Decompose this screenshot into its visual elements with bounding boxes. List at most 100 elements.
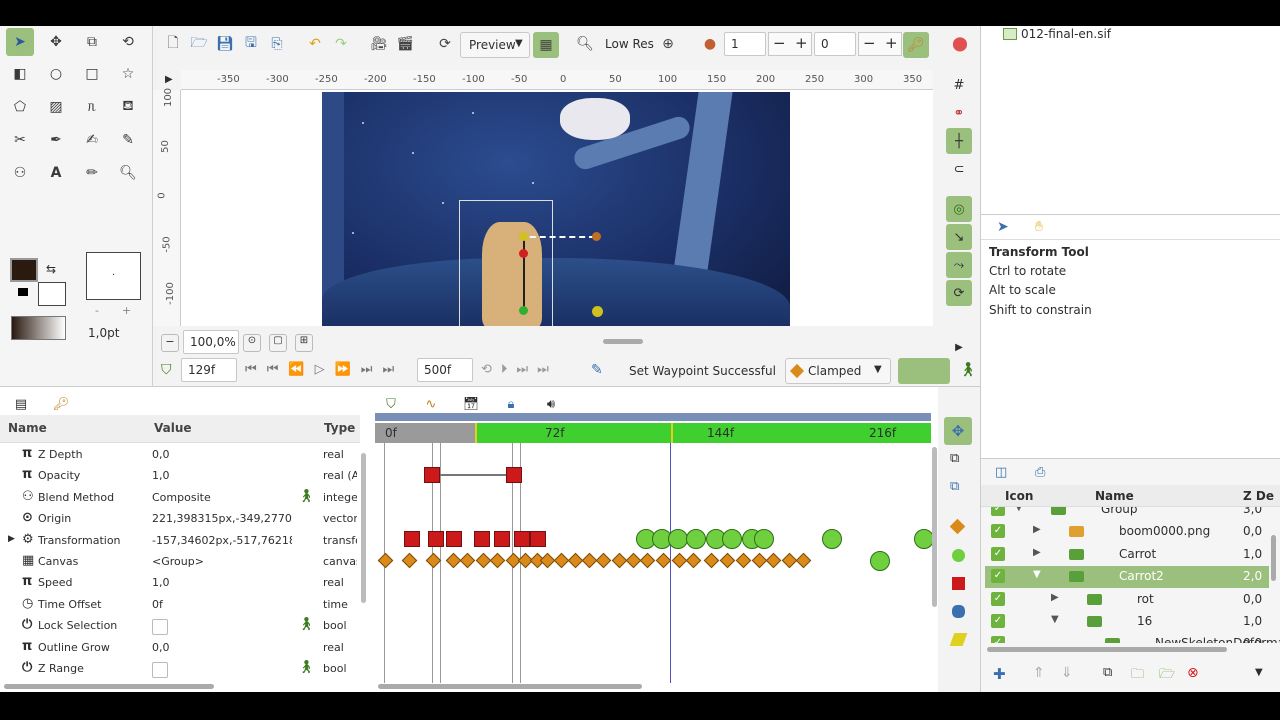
waypoint[interactable]: [474, 531, 490, 547]
param-value[interactable]: -157,34602px,-517,762184px: [152, 534, 292, 547]
swap-colors-icon[interactable]: ⇆: [46, 262, 56, 276]
current-time-marker[interactable]: [671, 423, 673, 443]
cutout-tool-icon[interactable]: ✂: [6, 126, 34, 154]
snap-icon[interactable]: ⚭: [946, 100, 972, 126]
param-value[interactable]: 0,0: [152, 641, 292, 654]
layer-visibility-checkbox[interactable]: ✓: [991, 546, 1005, 561]
waypoint[interactable]: [425, 552, 442, 569]
waypoint[interactable]: [459, 552, 476, 569]
waypoint[interactable]: [914, 529, 934, 549]
layer-row[interactable]: ✓ ▼ Group 3,0: [985, 507, 1269, 521]
param-value[interactable]: 1,0: [152, 576, 292, 589]
param-row[interactable]: ⏻ Z Range 🚶︎ bool: [0, 658, 358, 679]
waypoint[interactable]: [377, 552, 394, 569]
param-row[interactable]: ▶ ⚙ Transformation -157,34602px,-517,762184…: [0, 530, 358, 551]
layer-row[interactable]: ✓NewSkeletonDeformation0,0: [985, 633, 1280, 643]
magnet-icon[interactable]: ⊂: [946, 156, 972, 182]
background-toggle-icon[interactable]: ▦: [533, 32, 559, 58]
waypoint[interactable]: [754, 529, 774, 549]
zoom-in-icon[interactable]: ⊞: [295, 334, 313, 352]
gradient-swatch[interactable]: [11, 316, 66, 340]
zoom-tool-icon[interactable]: 🔍︎: [114, 159, 142, 187]
animation-mode-icon[interactable]: ✎: [591, 362, 603, 378]
waypoint[interactable]: [428, 531, 444, 547]
waypoint[interactable]: [765, 552, 782, 569]
duplicate-icon[interactable]: ⧉: [950, 479, 959, 494]
eyedropper-tool-icon[interactable]: ✎: [114, 126, 142, 154]
waypoint[interactable]: [639, 552, 656, 569]
waypoint[interactable]: [870, 551, 890, 571]
layer-row[interactable]: ✓ ▼ Carrot2 2,0: [985, 566, 1269, 589]
add-layer-icon[interactable]: ✚: [993, 665, 1006, 683]
param-checkbox[interactable]: [152, 619, 168, 636]
vertex-ducks-icon[interactable]: ↘: [946, 224, 972, 250]
chevron-down-icon[interactable]: ▼: [1255, 667, 1263, 678]
save-icon[interactable]: 💾︎: [213, 32, 237, 56]
zoom-out-icon[interactable]: −: [161, 334, 179, 352]
lower-layer-icon[interactable]: ⇓: [1061, 665, 1073, 681]
param-value[interactable]: 1,0: [152, 469, 292, 482]
width-handle[interactable]: [592, 232, 601, 241]
origin-handle[interactable]: [519, 249, 528, 258]
static-toggle-icon[interactable]: 🚶︎: [298, 660, 315, 675]
waypoint[interactable]: [489, 552, 506, 569]
hand-tab-icon[interactable]: ✋︎: [1035, 219, 1043, 235]
param-row[interactable]: ⏻ Lock Selection 🚶︎ bool: [0, 615, 358, 636]
minus-icon[interactable]: −: [773, 34, 786, 52]
zoom-fit-icon[interactable]: ⊙: [243, 334, 261, 352]
quality-icon[interactable]: ⊕: [656, 32, 680, 56]
file-name[interactable]: 012-final-en.sif: [1021, 27, 1111, 41]
circle-tool-icon[interactable]: ○: [42, 60, 70, 88]
lower-bound-marker[interactable]: [475, 423, 477, 443]
waypoint[interactable]: [719, 552, 736, 569]
layers-tab-icon[interactable]: ◫: [995, 465, 1007, 480]
param-value[interactable]: Composite: [152, 491, 292, 504]
brush-increase-icon[interactable]: +: [122, 304, 131, 317]
expand-icon[interactable]: ▶: [1033, 547, 1041, 558]
timetrack-tab-icon[interactable]: ⛉: [380, 393, 402, 415]
timetrack-vscroll[interactable]: [932, 447, 937, 607]
layer-visibility-checkbox[interactable]: ✓: [991, 524, 1005, 539]
fill-tool-icon[interactable]: ⛾: [114, 93, 142, 121]
position-handle[interactable]: [519, 306, 528, 315]
waypoint[interactable]: [494, 531, 510, 547]
skeleton-tool-icon[interactable]: ⚇: [6, 159, 34, 187]
minus-icon[interactable]: −: [863, 34, 876, 52]
lock-tab-icon[interactable]: 🔒︎: [500, 393, 522, 415]
ungroup-layer-icon[interactable]: 🗁: [1159, 665, 1175, 687]
waypoint[interactable]: [424, 467, 440, 483]
lock-past-icon[interactable]: 🔑︎: [903, 32, 929, 58]
spline-tool-icon[interactable]: ᥰ: [78, 93, 106, 121]
tangent-ducks-icon[interactable]: ⤳: [946, 252, 972, 278]
layer-visibility-checkbox[interactable]: ✓: [991, 614, 1005, 628]
grid-show-icon[interactable]: #: [946, 72, 972, 98]
rotate-tool-icon[interactable]: ⟲: [114, 28, 142, 56]
params-hscroll[interactable]: [4, 684, 214, 689]
expander-icon[interactable]: ▶: [8, 534, 15, 544]
keyframe-lock-buttons[interactable]: [898, 358, 950, 384]
waypoint[interactable]: [404, 531, 420, 547]
tool-options-tab-icon[interactable]: ➤: [997, 219, 1009, 235]
open-file-icon[interactable]: 🗁: [187, 32, 211, 56]
plus-icon[interactable]: +: [795, 34, 808, 52]
timetrack-hscroll[interactable]: [378, 684, 642, 689]
preview-dropdown[interactable]: Preview ▼: [460, 32, 530, 58]
layer-visibility-checkbox[interactable]: ✓: [991, 636, 1005, 643]
library-tab-icon[interactable]: 🔑︎: [50, 393, 72, 415]
curves-tab-icon[interactable]: ∿: [420, 393, 442, 415]
text-tool-icon[interactable]: A: [42, 159, 70, 187]
past-onion-stepper[interactable]: − +: [768, 32, 812, 56]
redo-icon[interactable]: ↷: [329, 32, 353, 56]
layer-row[interactable]: ✓ ▶ Carrot 1,0: [985, 544, 1269, 566]
sets-tab-icon[interactable]: ⎙: [1035, 465, 1045, 480]
param-value[interactable]: <Group>: [152, 555, 292, 568]
sketch-tool-icon[interactable]: ✏: [78, 159, 106, 187]
waypoint[interactable]: [506, 467, 522, 483]
render-icon[interactable]: 🎥︎: [367, 32, 391, 56]
param-row[interactable]: π Z Depth 0,0 real: [0, 444, 358, 465]
collapse-icon[interactable]: ▼: [1033, 569, 1041, 580]
save-all-icon[interactable]: ⎘: [265, 32, 289, 56]
brush-decrease-icon[interactable]: -: [95, 304, 99, 317]
reset-colors-icon[interactable]: [18, 288, 28, 296]
polygon-tool-icon[interactable]: ⬠: [6, 93, 34, 121]
